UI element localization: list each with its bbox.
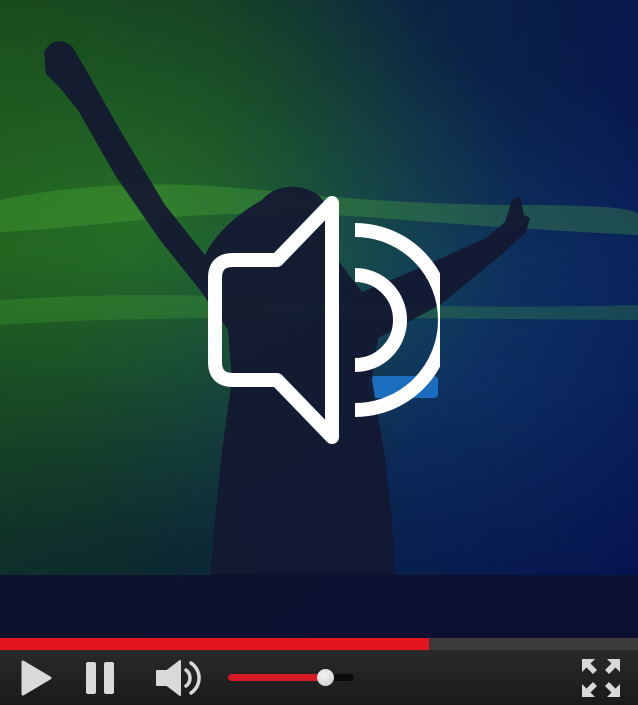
fullscreen-button[interactable] bbox=[572, 650, 630, 705]
volume-button[interactable] bbox=[150, 650, 210, 705]
speaker-volume-icon bbox=[156, 659, 201, 696]
volume-slider-handle[interactable] bbox=[317, 669, 335, 686]
progress-bar[interactable] bbox=[0, 638, 638, 650]
pause-icon bbox=[86, 661, 114, 694]
play-button[interactable] bbox=[14, 650, 58, 705]
volume-slider[interactable] bbox=[228, 669, 354, 686]
progress-played bbox=[0, 638, 429, 650]
pause-button[interactable] bbox=[78, 650, 122, 705]
speaker-volume-icon bbox=[208, 196, 440, 444]
fullscreen-expand-icon bbox=[582, 658, 620, 697]
volume-level bbox=[228, 674, 326, 681]
video-frame[interactable] bbox=[0, 0, 638, 638]
video-player bbox=[0, 0, 638, 705]
control-bar bbox=[0, 650, 638, 705]
play-icon bbox=[21, 660, 52, 695]
